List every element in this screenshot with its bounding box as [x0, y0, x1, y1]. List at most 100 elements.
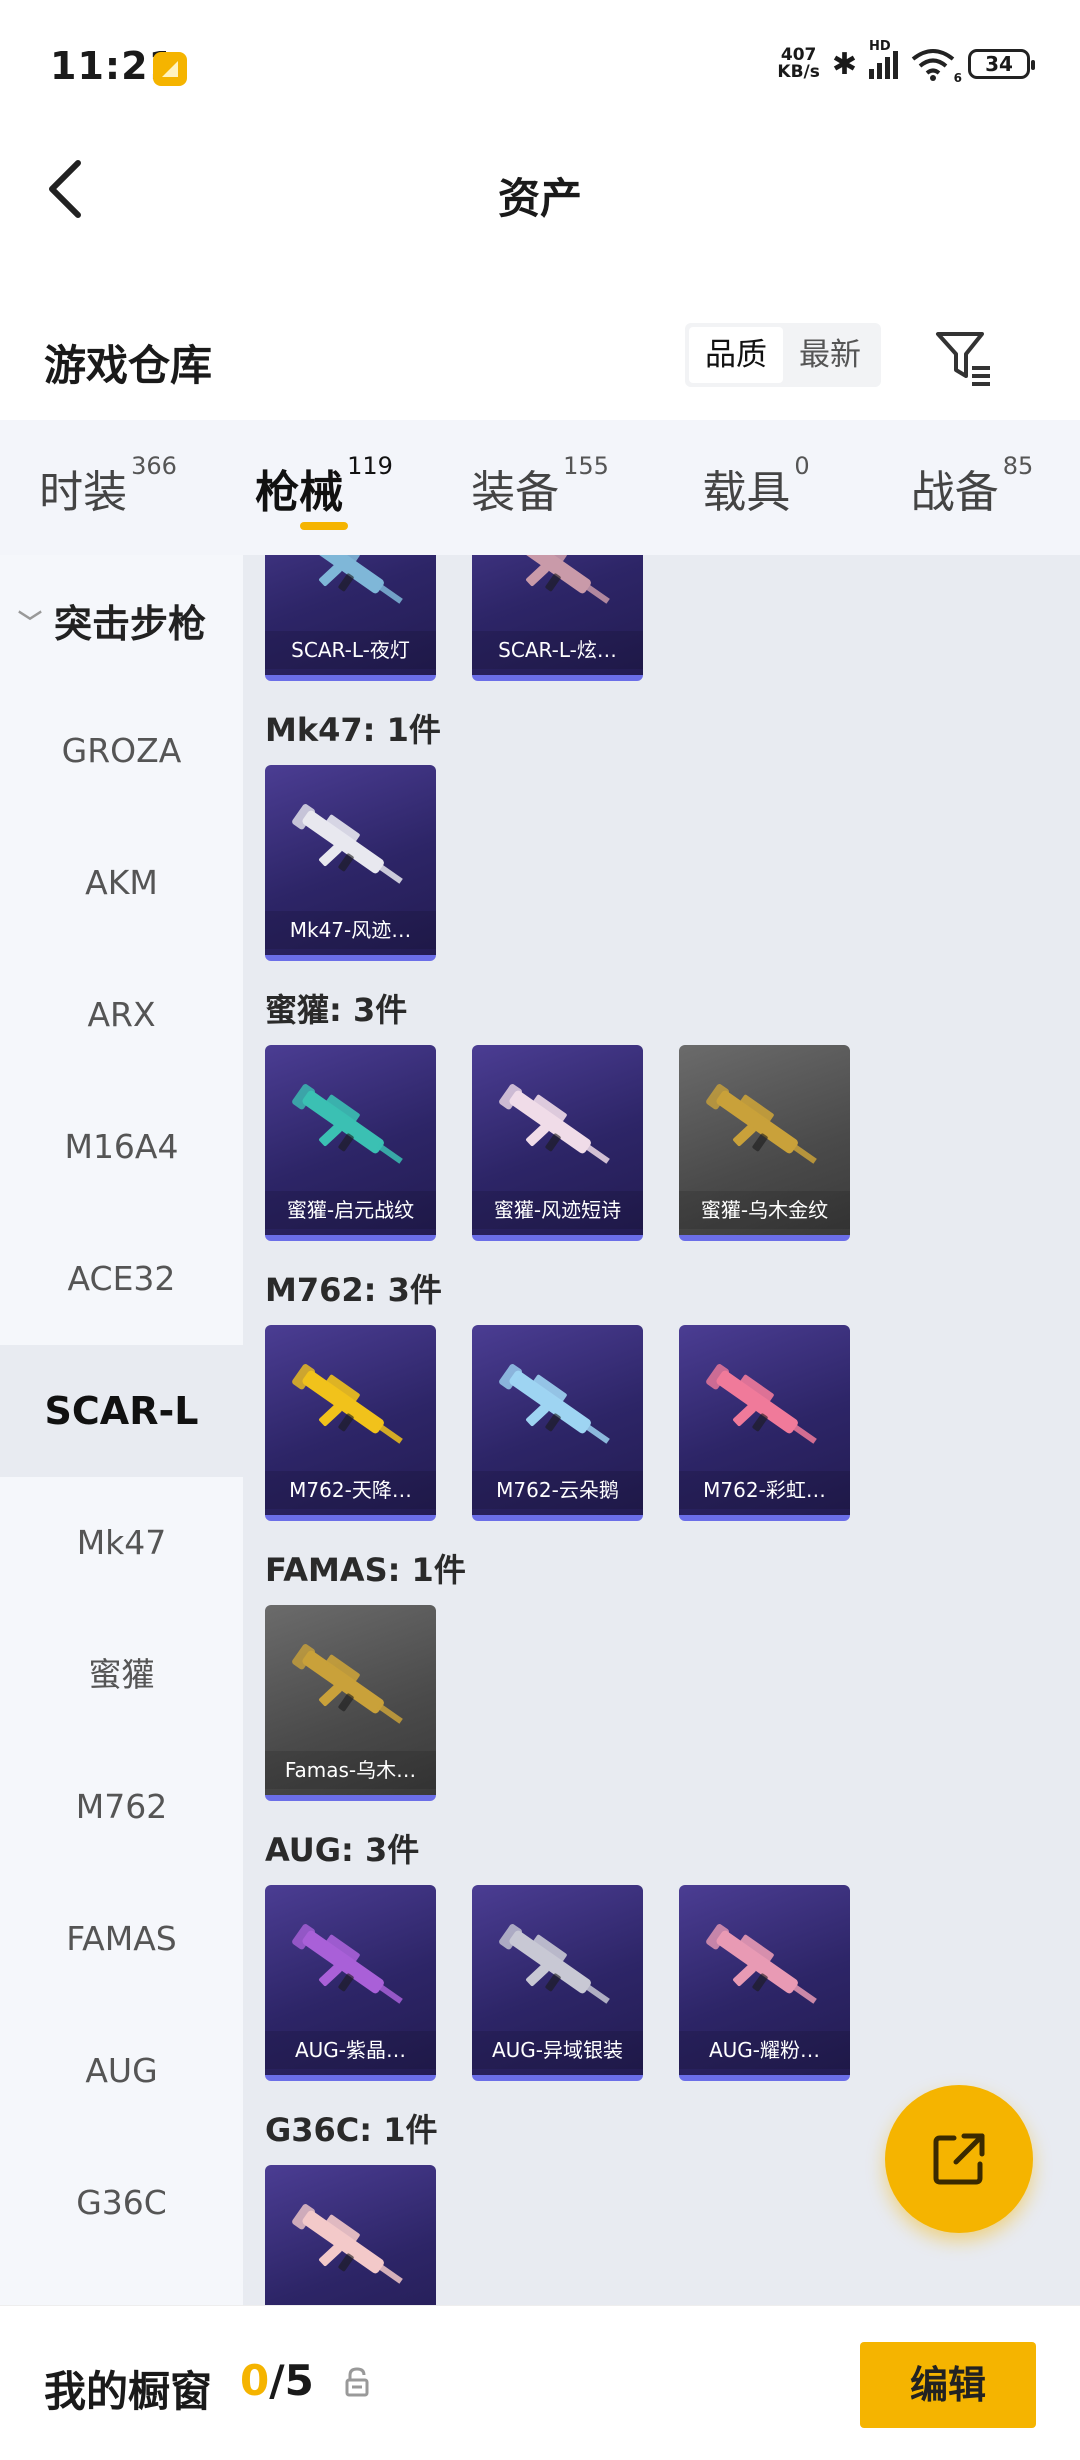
tab-firearms[interactable]: 枪械119 [216, 420, 432, 555]
weapon-card[interactable]: SCAR-L-夜灯 [265, 555, 436, 681]
weapon-card[interactable] [265, 2165, 436, 2305]
weapon-card[interactable]: M762-云朵鹅 [472, 1325, 643, 1521]
sidebar-item[interactable]: ACE32 [0, 1213, 243, 1345]
weapon-card[interactable]: SCAR-L-炫… [472, 555, 643, 681]
weapon-card-name: M762-天降… [265, 1471, 436, 1509]
weapon-card[interactable]: 蜜獾-乌木金纹 [679, 1045, 850, 1241]
tab-label: 战备 [910, 467, 999, 518]
weapon-card-name: 蜜獾-乌木金纹 [679, 1191, 850, 1229]
weapon-skin-image [499, 1924, 610, 2004]
lock-icon [345, 2367, 369, 2397]
weapon-card-name: Mk47-风迹… [265, 911, 436, 949]
weapon-skin-image [292, 804, 403, 884]
wifi-icon: 6 [910, 47, 962, 85]
sidebar-item[interactable]: Mk47 [0, 1477, 243, 1609]
showcase-count-total: /5 [269, 2356, 314, 2405]
battery-icon: 34 [968, 49, 1035, 79]
section-title: AUG: 3件 [265, 1831, 420, 1869]
tab-label: 时装 [39, 467, 128, 518]
nav-bar: 资产 [0, 135, 1080, 255]
weapon-card[interactable]: M762-彩虹… [679, 1325, 850, 1521]
share-external-icon [933, 2133, 985, 2185]
weapon-skin-image [499, 1084, 610, 1164]
tab-fashion[interactable]: 时装366 [0, 420, 216, 555]
sidebar-item[interactable]: AUG [0, 2005, 243, 2137]
weapon-skin-image [292, 1644, 403, 1724]
sort-quality-button[interactable]: 品质 [689, 327, 783, 383]
sidebar-item[interactable]: M762 [0, 1741, 243, 1873]
weapon-card-name: AUG-紫晶… [265, 2031, 436, 2069]
status-bar: 11:21 407 KB/s ✱ HD 6 34 [0, 0, 1080, 135]
weapon-card[interactable]: AUG-异域银装 [472, 1885, 643, 2081]
sidebar-item[interactable]: ARX [0, 949, 243, 1081]
weapon-skin-image [706, 1364, 817, 1444]
bluetooth-icon: ✱ [831, 46, 857, 82]
weapon-card[interactable]: AUG-耀粉… [679, 1885, 850, 2081]
weapon-skin-image [292, 1364, 403, 1444]
sidebar-item[interactable]: 蜜獾 [0, 1609, 243, 1741]
showcase-title: 我的橱窗 [44, 2367, 213, 2416]
sidebar-item[interactable]: SCAR-L [0, 1345, 243, 1477]
network-speed-unit: KB/s [777, 62, 820, 82]
weapon-card[interactable]: AUG-紫晶… [265, 1885, 436, 2081]
card-row: SCAR-L-夜灯 SCAR-L-炫… [265, 555, 1080, 681]
card-row: Mk47-风迹… [265, 765, 1080, 961]
tab-label: 装备 [471, 467, 560, 518]
weapon-card[interactable]: M762-天降… [265, 1325, 436, 1521]
weapon-skin-image [292, 1084, 403, 1164]
network-speed: 407 KB/s [777, 47, 819, 81]
weapon-sidebar: ﹀ 突击步枪 GROZA AKM ARX M16A4 ACE32 SCAR-L Mk47 蜜獾… [0, 555, 243, 2305]
tab-equipment[interactable]: 装备155 [432, 420, 648, 555]
tab-count: 0 [794, 452, 810, 480]
weapon-card[interactable]: 蜜獾-启元战纹 [265, 1045, 436, 1241]
showcase-bar: 我的橱窗 0/5 编辑 [0, 2305, 1080, 2460]
warehouse-header: 游戏仓库 品质 最新 [0, 310, 1080, 410]
weapon-card[interactable]: 蜜獾-风迹短诗 [472, 1045, 643, 1241]
tab-count: 366 [131, 452, 177, 480]
weapon-card-name: 蜜獾-风迹短诗 [472, 1191, 643, 1229]
weapon-card[interactable]: Famas-乌木… [265, 1605, 436, 1801]
wifi-sub-label: 6 [953, 71, 962, 85]
weapon-skin-image [706, 1084, 817, 1164]
tab-active-indicator [300, 522, 348, 530]
showcase-count-current: 0 [240, 2356, 270, 2405]
filter-icon [936, 332, 990, 386]
sidebar-item[interactable]: G36C [0, 2137, 243, 2269]
weapon-skin-image [302, 555, 403, 604]
weapon-skin-image [499, 1364, 610, 1444]
showcase-count: 0/5 [240, 2356, 314, 2405]
tab-label: 载具 [702, 467, 791, 518]
weapon-skin-image [706, 1924, 817, 2004]
card-row: Famas-乌木… [265, 1605, 1080, 1801]
weapon-card-name: 蜜獾-启元战纹 [265, 1191, 436, 1229]
sort-newest-button[interactable]: 最新 [783, 327, 877, 383]
sidebar-item[interactable]: M16A4 [0, 1081, 243, 1213]
chevron-down-icon: ﹀ [18, 608, 42, 637]
sort-toggle: 品质 最新 [685, 323, 881, 387]
section-title: Mk47: 1件 [265, 711, 441, 749]
edit-button[interactable]: 编辑 [860, 2342, 1036, 2428]
weapon-card-name: AUG-异域银装 [472, 2031, 643, 2069]
weapon-card-name: SCAR-L-夜灯 [265, 631, 436, 669]
card-row: M762-天降… M762-云朵鹅 M762-彩虹… [265, 1325, 1080, 1521]
sidebar-item[interactable]: AKM [0, 817, 243, 949]
tab-vehicles[interactable]: 载具0 [648, 420, 864, 555]
tab-combat-supplies[interactable]: 战备85 [864, 420, 1080, 555]
weapon-skin-image [509, 555, 610, 604]
sidebar-group-assault-rifles[interactable]: ﹀ 突击步枪 [0, 555, 243, 685]
section-title: M762: 3件 [265, 1271, 442, 1309]
signal-hd-label: HD [869, 39, 891, 54]
sidebar-group-label: 突击步枪 [54, 601, 207, 646]
sidebar-item[interactable]: GROZA [0, 685, 243, 817]
tab-label: 枪械 [255, 467, 344, 518]
share-button[interactable] [885, 2085, 1033, 2233]
weapon-card-name: AUG-耀粉… [679, 2031, 850, 2069]
filter-button[interactable] [928, 322, 998, 392]
card-row: 蜜獾-启元战纹 蜜獾-风迹短诗 蜜獾-乌木金纹 [265, 1045, 1080, 1241]
warehouse-title: 游戏仓库 [44, 341, 213, 390]
tab-count: 85 [1002, 452, 1034, 480]
sidebar-item[interactable]: FAMAS [0, 1873, 243, 2005]
status-icons: 407 KB/s ✱ HD 6 34 [777, 39, 1035, 85]
weapon-card[interactable]: Mk47-风迹… [265, 765, 436, 961]
cellular-signal-icon: HD [869, 39, 898, 79]
